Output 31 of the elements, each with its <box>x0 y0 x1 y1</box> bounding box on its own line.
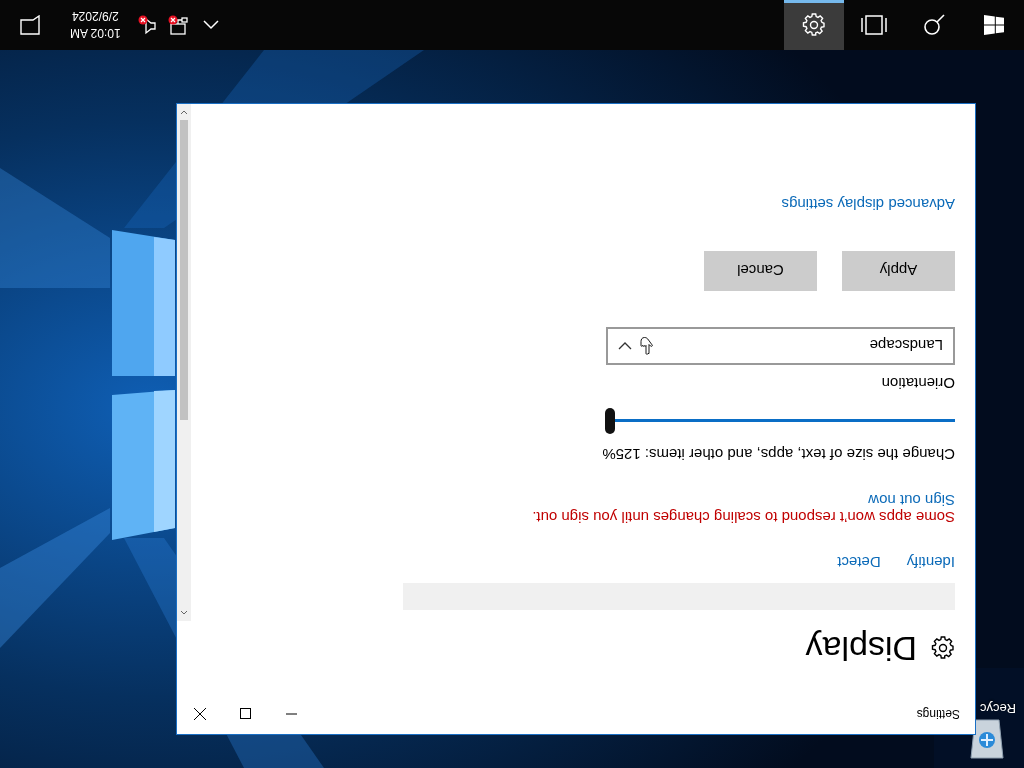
volume-muted-icon <box>136 14 157 36</box>
scrollbar-thumb[interactable] <box>180 120 188 420</box>
notification-icon <box>20 15 40 35</box>
scrollbar[interactable] <box>177 104 191 621</box>
scale-label: Change the size of text, apps, and other items: 125% <box>602 446 955 463</box>
search-icon <box>923 14 945 36</box>
dialog-button[interactable]: Apply <box>842 251 955 291</box>
sign-out-link[interactable]: Sign out now <box>868 492 955 509</box>
orientation-dropdown[interactable]: Landscape <box>606 327 955 365</box>
network-error-icon <box>166 14 191 36</box>
desktop-icon-label: Recyc <box>979 701 1017 716</box>
taskbar-button[interactable] <box>784 0 844 50</box>
display-link[interactable]: Identify <box>906 554 955 571</box>
windows-logo-icon <box>984 15 1004 35</box>
close-icon <box>194 708 206 720</box>
window-title: Settings <box>915 707 960 721</box>
gear-icon <box>802 13 826 37</box>
gear-icon <box>931 636 955 661</box>
maximize-icon <box>240 708 252 720</box>
task-view-icon <box>861 15 887 35</box>
advanced-settings-link[interactable]: Advanced display settings <box>781 196 955 213</box>
hand-cursor-icon <box>640 335 654 355</box>
warning-text: Some apps won’t respond to scaling changes until you sign out. <box>532 509 955 526</box>
minimize-icon <box>286 713 298 715</box>
taskbar-clock[interactable]: 10:02 AM 2/9/2024 <box>60 0 131 50</box>
orientation-label: Orientation <box>881 375 955 392</box>
slider-thumb[interactable] <box>605 408 615 434</box>
scale-slider[interactable] <box>605 408 955 434</box>
display-link[interactable]: Detect <box>837 554 881 571</box>
dialog-button[interactable]: Cancel <box>704 251 817 291</box>
page-title: Display <box>805 629 917 668</box>
